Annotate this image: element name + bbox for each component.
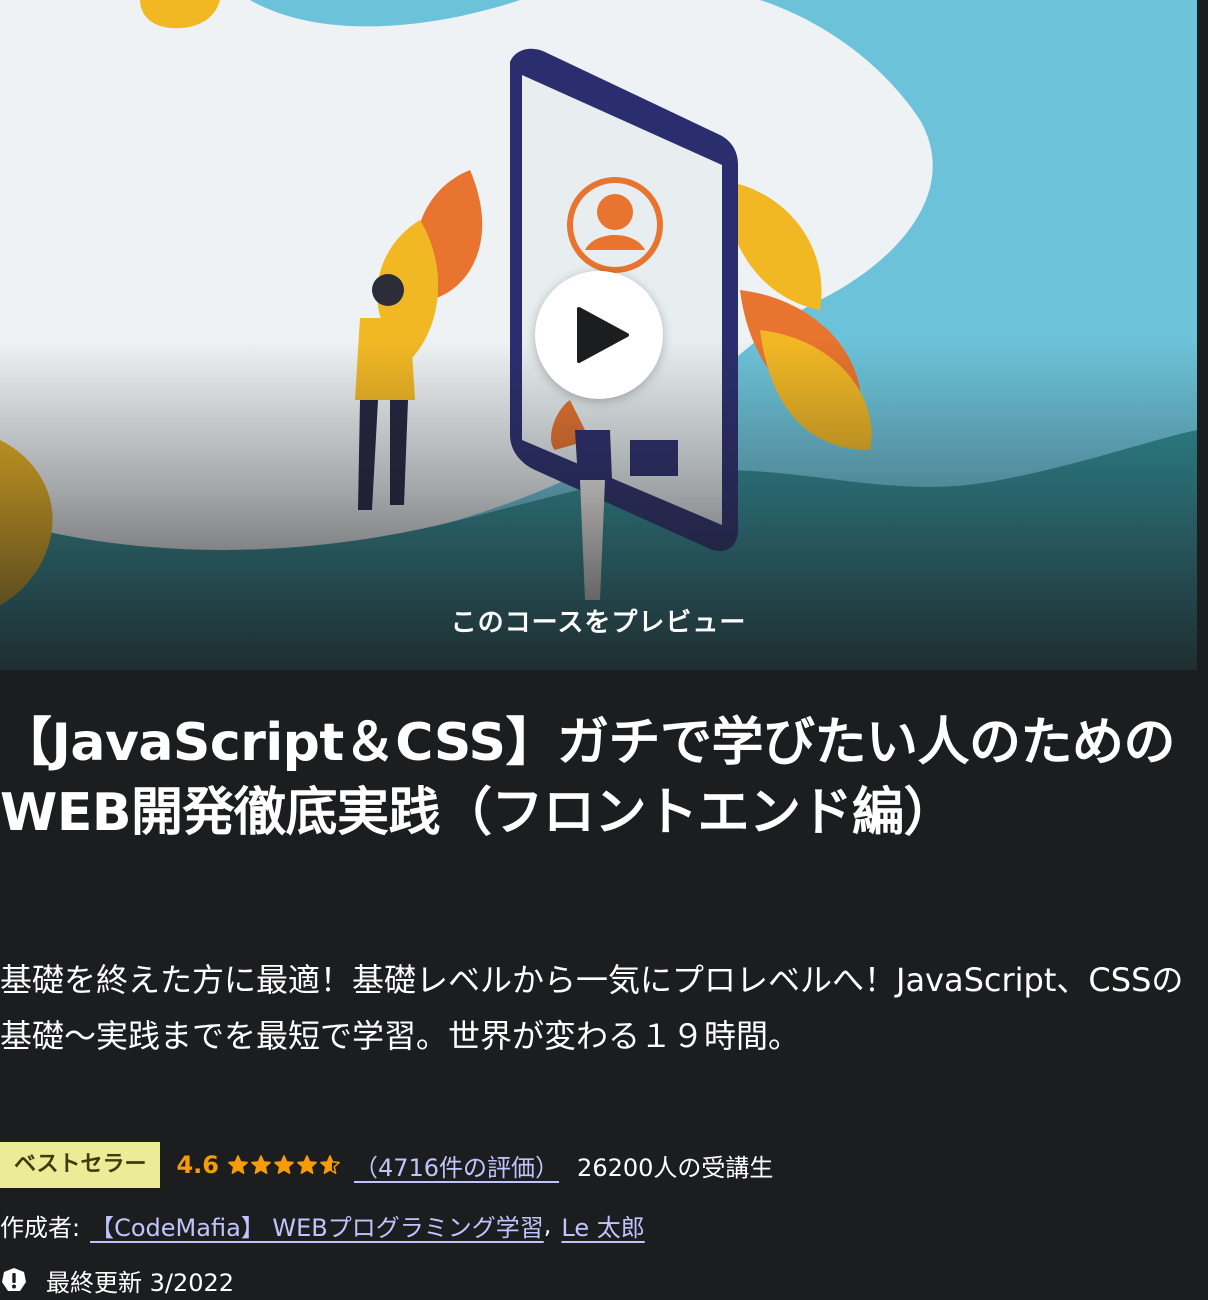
author-prefix: 作成者:: [0, 1213, 81, 1242]
bestseller-badge: ベストセラー: [0, 1142, 161, 1188]
author-link-codemafia[interactable]: 【CodeMafia】 WEBプログラミング学習: [90, 1208, 544, 1243]
star-icon: [251, 1155, 271, 1174]
course-title: 【JavaScript＆CSS】ガチで学びたい人のためのWEB開発徹底実践（フロ…: [0, 713, 1175, 843]
preview-label[interactable]: このコースをプレビュー: [0, 602, 1197, 639]
course-stats: ベストセラー 4.6 （4716件の評価） 26200人の受講生: [0, 1142, 773, 1188]
rating-count-link[interactable]: （4716件の評価）: [354, 1148, 559, 1183]
play-icon: [577, 307, 629, 363]
star-icon: [228, 1155, 248, 1174]
course-subtitle: 基礎を終えた方に最適！基礎レベルから一気にプロレベルへ！JavaScript、C…: [0, 961, 1184, 1055]
last-updated: 最終更新 3/2022: [0, 1262, 234, 1298]
last-updated-text: 最終更新 3/2022: [46, 1268, 235, 1297]
star-icon: [274, 1155, 294, 1174]
student-count: 26200人の受講生: [577, 1153, 774, 1182]
course-preview[interactable]: このコースをプレビュー: [0, 0, 1197, 670]
alert-icon: [0, 1266, 28, 1294]
course-landing: このコースをプレビュー 【JavaScript＆CSS】ガチで学びたい人のための…: [0, 0, 1208, 1300]
star-icon: [297, 1155, 317, 1174]
author-row: 作成者: 【CodeMafia】 WEBプログラミング学習 , Le 太郎: [0, 1206, 645, 1244]
rating-value: 4.6: [176, 1151, 219, 1179]
author-link-le-taro[interactable]: Le 太郎: [561, 1208, 644, 1243]
star-icon: [320, 1155, 340, 1174]
author-separator: ,: [543, 1211, 552, 1239]
rating-stars: [227, 1154, 342, 1176]
play-button[interactable]: [535, 271, 663, 399]
